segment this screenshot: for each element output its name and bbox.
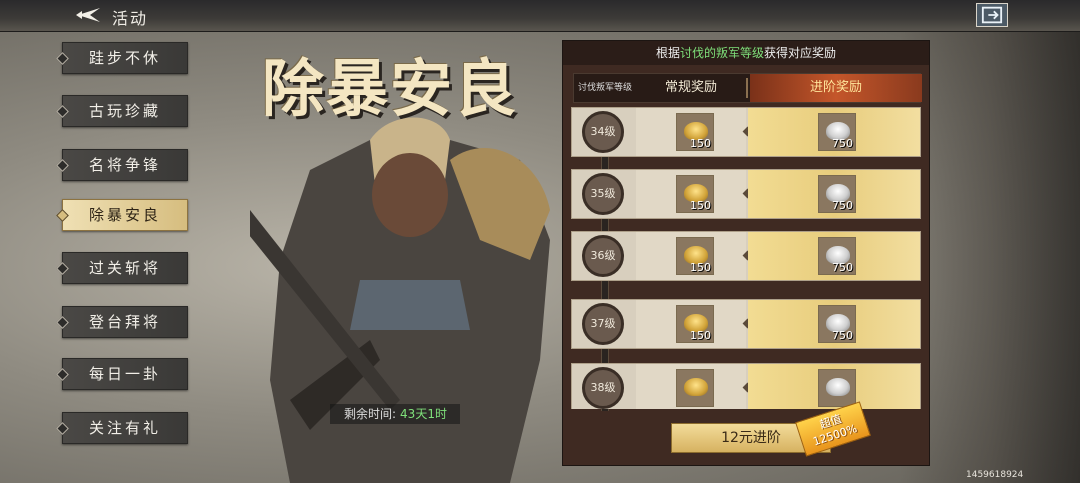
reward-row: 150 750 37级 [571,299,921,349]
sidebar-item-guoguan[interactable]: 过关斩将 [56,252,188,284]
sidebar-item-label: 登台拜将 [89,313,162,331]
sidebar-item-kuibu[interactable]: 跬步不休 [56,42,188,74]
reward-amount: 150 [690,261,711,274]
reward-amount: 150 [690,137,711,150]
top-bar: 活动 [0,0,1080,32]
normal-cell [636,364,746,409]
col-level-label: 讨伐叛军等级 [577,83,632,93]
sidebar-item-label: 关注有礼 [89,419,162,437]
value-promo-badge: 超值 12500% [795,401,871,457]
column-divider [746,78,748,98]
level-badge: 37级 [582,303,624,345]
sidebar-item-label: 过关斩将 [89,259,162,277]
sidebar-item-label: 跬步不休 [89,49,162,67]
gold-ingot-icon[interactable]: 150 [676,237,714,275]
level-badge: 35级 [582,173,624,215]
advanced-cell: 750 [748,232,920,280]
level-badge: 38级 [582,367,624,409]
reward-row: 150 750 34级 [571,107,921,157]
panel-header: 根据讨伐的叛军等级获得对应奖励 [563,41,929,65]
sidebar-item-guwan[interactable]: 古玩珍藏 [56,95,188,127]
user-id: 1459618924 [966,470,1024,480]
normal-cell: 150 [636,170,746,218]
ingot-shape [684,378,708,396]
advanced-cell [748,364,920,409]
sidebar-item-dengtai[interactable]: 登台拜将 [56,306,188,338]
sidebar-item-mingjiang[interactable]: 名将争锋 [56,149,188,181]
event-title: 除暴安良 [262,52,519,125]
reward-list[interactable]: 150 750 34级 150 750 35级 150 750 36级 150 … [563,107,929,409]
sidebar-item-guanzhu[interactable]: 关注有礼 [56,412,188,444]
sidebar-item-label: 每日一卦 [89,365,162,383]
reward-panel: 根据讨伐的叛军等级获得对应奖励 讨伐叛军等级 常规奖励 进阶奖励 150 750… [562,40,930,466]
reward-amount: 750 [832,261,853,274]
gold-ingot-icon[interactable]: 150 [676,305,714,343]
reward-amount: 750 [832,137,853,150]
reward-amount: 750 [832,329,853,342]
advanced-cell: 750 [748,300,920,348]
level-badge: 34级 [582,111,624,153]
gold-ingot-icon[interactable]: 150 [676,113,714,151]
normal-cell: 150 [636,300,746,348]
silver-ingot-icon[interactable]: 750 [818,237,856,275]
sidebar-item-label: 除暴安良 [89,206,162,224]
silver-ingot-icon[interactable]: 750 [818,113,856,151]
ingot-shape [826,378,850,396]
hero-warrior-art [250,117,550,483]
normal-cell: 150 [636,232,746,280]
sidebar-item-meiri[interactable]: 每日一卦 [56,358,188,390]
col-normal-label: 常规奖励 [664,80,717,95]
timer-value: 43天1时 [400,407,447,421]
reward-row: 150 750 36级 [571,231,921,281]
header-text-highlight: 讨伐的叛军等级 [679,46,764,60]
col-advanced-label: 进阶奖励 [750,74,922,102]
silver-ingot-icon[interactable]: 750 [818,305,856,343]
exit-icon[interactable] [976,3,1008,27]
back-arrow-icon[interactable] [72,4,102,26]
silver-ingot-icon[interactable]: 750 [818,175,856,213]
level-badge: 36级 [582,235,624,277]
reward-amount: 150 [690,199,711,212]
reward-row: 38级 [571,363,921,409]
silver-ingot-icon[interactable] [818,369,856,407]
sidebar-item-chubao[interactable]: 除暴安良 [56,199,188,231]
sidebar-item-label: 名将争锋 [89,156,162,174]
header-text-post: 获得对应奖励 [764,46,837,60]
normal-cell: 150 [636,108,746,156]
sidebar-item-label: 古玩珍藏 [89,102,162,120]
advanced-cell: 750 [748,170,920,218]
page-title: 活动 [112,9,149,28]
header-text-pre: 根据 [655,46,680,60]
gold-ingot-icon[interactable] [676,369,714,407]
timer-label: 剩余时间: [344,407,397,421]
reward-amount: 150 [690,329,711,342]
column-header: 讨伐叛军等级 常规奖励 进阶奖励 [573,73,922,103]
reward-amount: 750 [832,199,853,212]
gold-ingot-icon[interactable]: 150 [676,175,714,213]
reward-row: 150 750 35级 [571,169,921,219]
advanced-cell: 750 [748,108,920,156]
countdown-timer: 剩余时间: 43天1时 [330,404,460,424]
